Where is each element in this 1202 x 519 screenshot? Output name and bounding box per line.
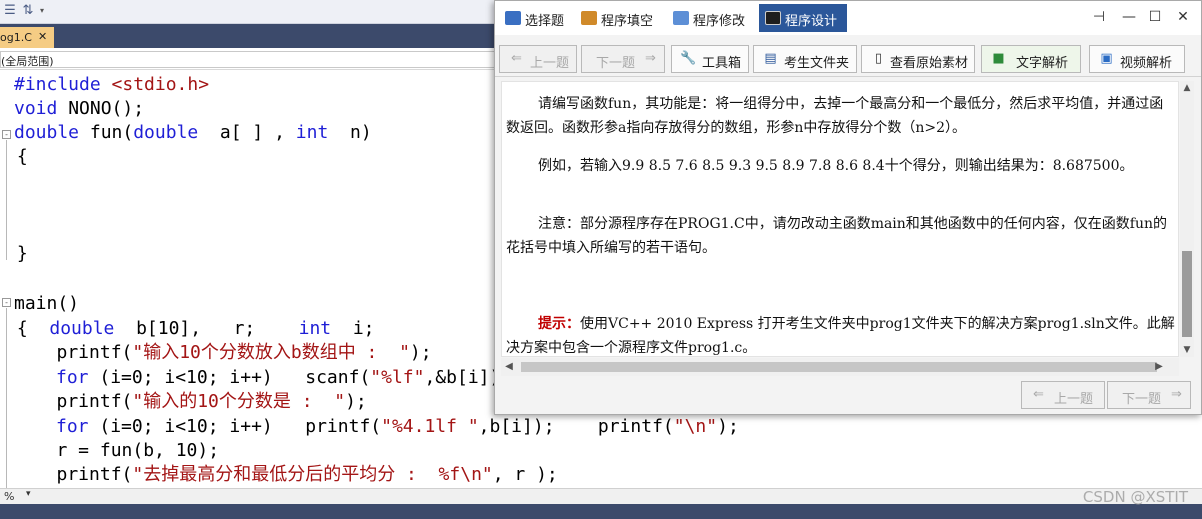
question-paragraph: 请编写函数fun，其功能是：将一组得分中，去掉一个最高分和一个最低分，然后求平均… bbox=[506, 96, 1164, 136]
terminal-icon bbox=[765, 11, 781, 25]
arrow-right-icon: ⇒ bbox=[1171, 387, 1182, 402]
next-question-button[interactable]: 下一题 ⇒ bbox=[581, 45, 665, 73]
book-icon: ■ bbox=[992, 51, 1005, 66]
exam-dialog: 选择题 程序填空 程序修改 程序设计 ⊣ — ☐ ✕ ⇐ 上一题 下一题 ⇒ 🔧 bbox=[494, 0, 1202, 415]
wrench-icon: 🔧 bbox=[680, 51, 697, 66]
toolbox-button[interactable]: 🔧 工具箱 bbox=[671, 45, 749, 73]
code-line: void NONO(); bbox=[14, 98, 145, 119]
window-icon bbox=[673, 11, 689, 25]
hint-paragraph: 提示：使用VC++ 2010 Express 打开考生文件夹中prog1文件夹下… bbox=[506, 312, 1176, 360]
scroll-thumb[interactable] bbox=[1182, 251, 1192, 337]
tab-prog1-c[interactable]: og1.C ✕ bbox=[0, 27, 54, 48]
pin-icon[interactable]: ⊣ bbox=[1089, 7, 1109, 27]
view-source-button[interactable]: ▯ 查看原始素材 bbox=[861, 45, 975, 73]
code-line: for (i=0; i<10; i++) scanf("%lf",&b[i]) bbox=[56, 367, 501, 388]
scroll-right-icon[interactable]: ▶ bbox=[1151, 358, 1167, 376]
prev-question-button[interactable]: ⇐ 上一题 bbox=[499, 45, 577, 73]
tab-program-design[interactable]: 程序设计 bbox=[759, 4, 847, 32]
code-line: printf("输入10个分数放入b数组中 : "); bbox=[24, 342, 432, 363]
minimize-button[interactable]: — bbox=[1119, 7, 1139, 27]
scroll-left-icon[interactable]: ◀ bbox=[501, 358, 517, 376]
code-line: for (i=0; i<10; i++) printf("%4.1lf ",b[… bbox=[56, 416, 739, 437]
code-line: printf("去掉最高分和最低分后的平均分 : %f\n", r ); bbox=[24, 464, 558, 485]
zoom-dropdown-icon[interactable]: ▾ bbox=[26, 489, 31, 499]
hint-text: 使用VC++ 2010 Express 打开考生文件夹中prog1文件夹下的解决… bbox=[506, 316, 1175, 356]
scope-dropdown[interactable]: (全局范围) bbox=[0, 51, 496, 68]
code-line: main() bbox=[14, 293, 80, 314]
vertical-scrollbar[interactable]: ▲ ▼ bbox=[1180, 81, 1194, 357]
title-bar: 选择题 程序填空 程序修改 程序设计 ⊣ — ☐ ✕ bbox=[495, 1, 1201, 35]
tab-multiple-choice[interactable]: 选择题 bbox=[499, 4, 577, 32]
document-icon bbox=[505, 11, 521, 25]
hint-label: 提示： bbox=[538, 316, 580, 332]
fold-toggle-icon[interactable]: - bbox=[2, 298, 11, 307]
tab-program-modify[interactable]: 程序修改 bbox=[667, 4, 757, 32]
code-line: { bbox=[6, 146, 28, 167]
code-line: double fun(double a[ ] , int n) bbox=[14, 122, 372, 143]
bottom-strip bbox=[0, 504, 1202, 519]
zoom-level[interactable]: % bbox=[4, 490, 14, 503]
note-paragraph: 注意：部分源程序存在PROG1.C中，请勿改动主函数main和其他函数中的任何内… bbox=[506, 216, 1168, 256]
edit-icon bbox=[581, 11, 597, 25]
scroll-thumb[interactable] bbox=[521, 362, 1157, 372]
exam-folder-button[interactable]: ▤ 考生文件夹 bbox=[753, 45, 857, 73]
camera-icon: ▣ bbox=[1100, 51, 1113, 66]
tab-label: og1.C bbox=[0, 31, 32, 44]
close-button[interactable]: ✕ bbox=[1173, 7, 1193, 27]
dialog-toolbar: ⇐ 上一题 下一题 ⇒ 🔧 工具箱 ▤ 考生文件夹 ▯ 查看原始素材 ■ 文字解… bbox=[495, 39, 1201, 77]
maximize-button[interactable]: ☐ bbox=[1145, 7, 1165, 27]
code-line: r = fun(b, 10); bbox=[24, 440, 220, 461]
code-line: #include <stdio.h> bbox=[14, 74, 210, 95]
scroll-down-icon[interactable]: ▼ bbox=[1180, 343, 1194, 357]
arrow-left-icon: ⇐ bbox=[511, 51, 522, 66]
align-left-icon[interactable]: ☰ bbox=[2, 3, 18, 19]
prev-question-button-bottom[interactable]: ⇐ 上一题 bbox=[1021, 381, 1105, 409]
document-icon: ▯ bbox=[874, 51, 883, 66]
next-question-button-bottom[interactable]: 下一题 ⇒ bbox=[1107, 381, 1191, 409]
fold-toggle-icon[interactable]: - bbox=[2, 130, 11, 139]
arrow-left-icon: ⇐ bbox=[1033, 387, 1044, 402]
scroll-up-icon[interactable]: ▲ bbox=[1180, 81, 1194, 95]
arrow-right-icon: ⇒ bbox=[645, 51, 656, 66]
folder-icon: ▤ bbox=[764, 51, 777, 66]
toolbar-overflow-icon[interactable]: ▾ bbox=[40, 6, 44, 15]
tab-program-fill[interactable]: 程序填空 bbox=[575, 4, 667, 32]
format-icon[interactable]: ⇅ bbox=[20, 3, 36, 19]
horizontal-scrollbar[interactable]: ◀ ▶ bbox=[501, 358, 1179, 376]
text-analysis-button[interactable]: ■ 文字解析 bbox=[981, 45, 1081, 73]
code-line: { double b[10], r; int i; bbox=[6, 318, 375, 339]
code-line: } bbox=[6, 243, 28, 264]
question-content: 请编写函数fun，其功能是：将一组得分中，去掉一个最高分和一个最低分，然后求平均… bbox=[501, 81, 1179, 357]
video-analysis-button[interactable]: ▣ 视频解析 bbox=[1089, 45, 1185, 73]
example-paragraph: 例如，若输入9.9 8.5 7.6 8.5 9.3 9.5 8.9 7.8 8.… bbox=[538, 158, 1134, 174]
watermark: CSDN @XSTIT bbox=[1082, 488, 1188, 506]
status-bar: % ▾ bbox=[0, 488, 1202, 504]
close-icon[interactable]: ✕ bbox=[38, 30, 47, 43]
code-line: printf("输入的10个分数是 : "); bbox=[24, 391, 367, 412]
